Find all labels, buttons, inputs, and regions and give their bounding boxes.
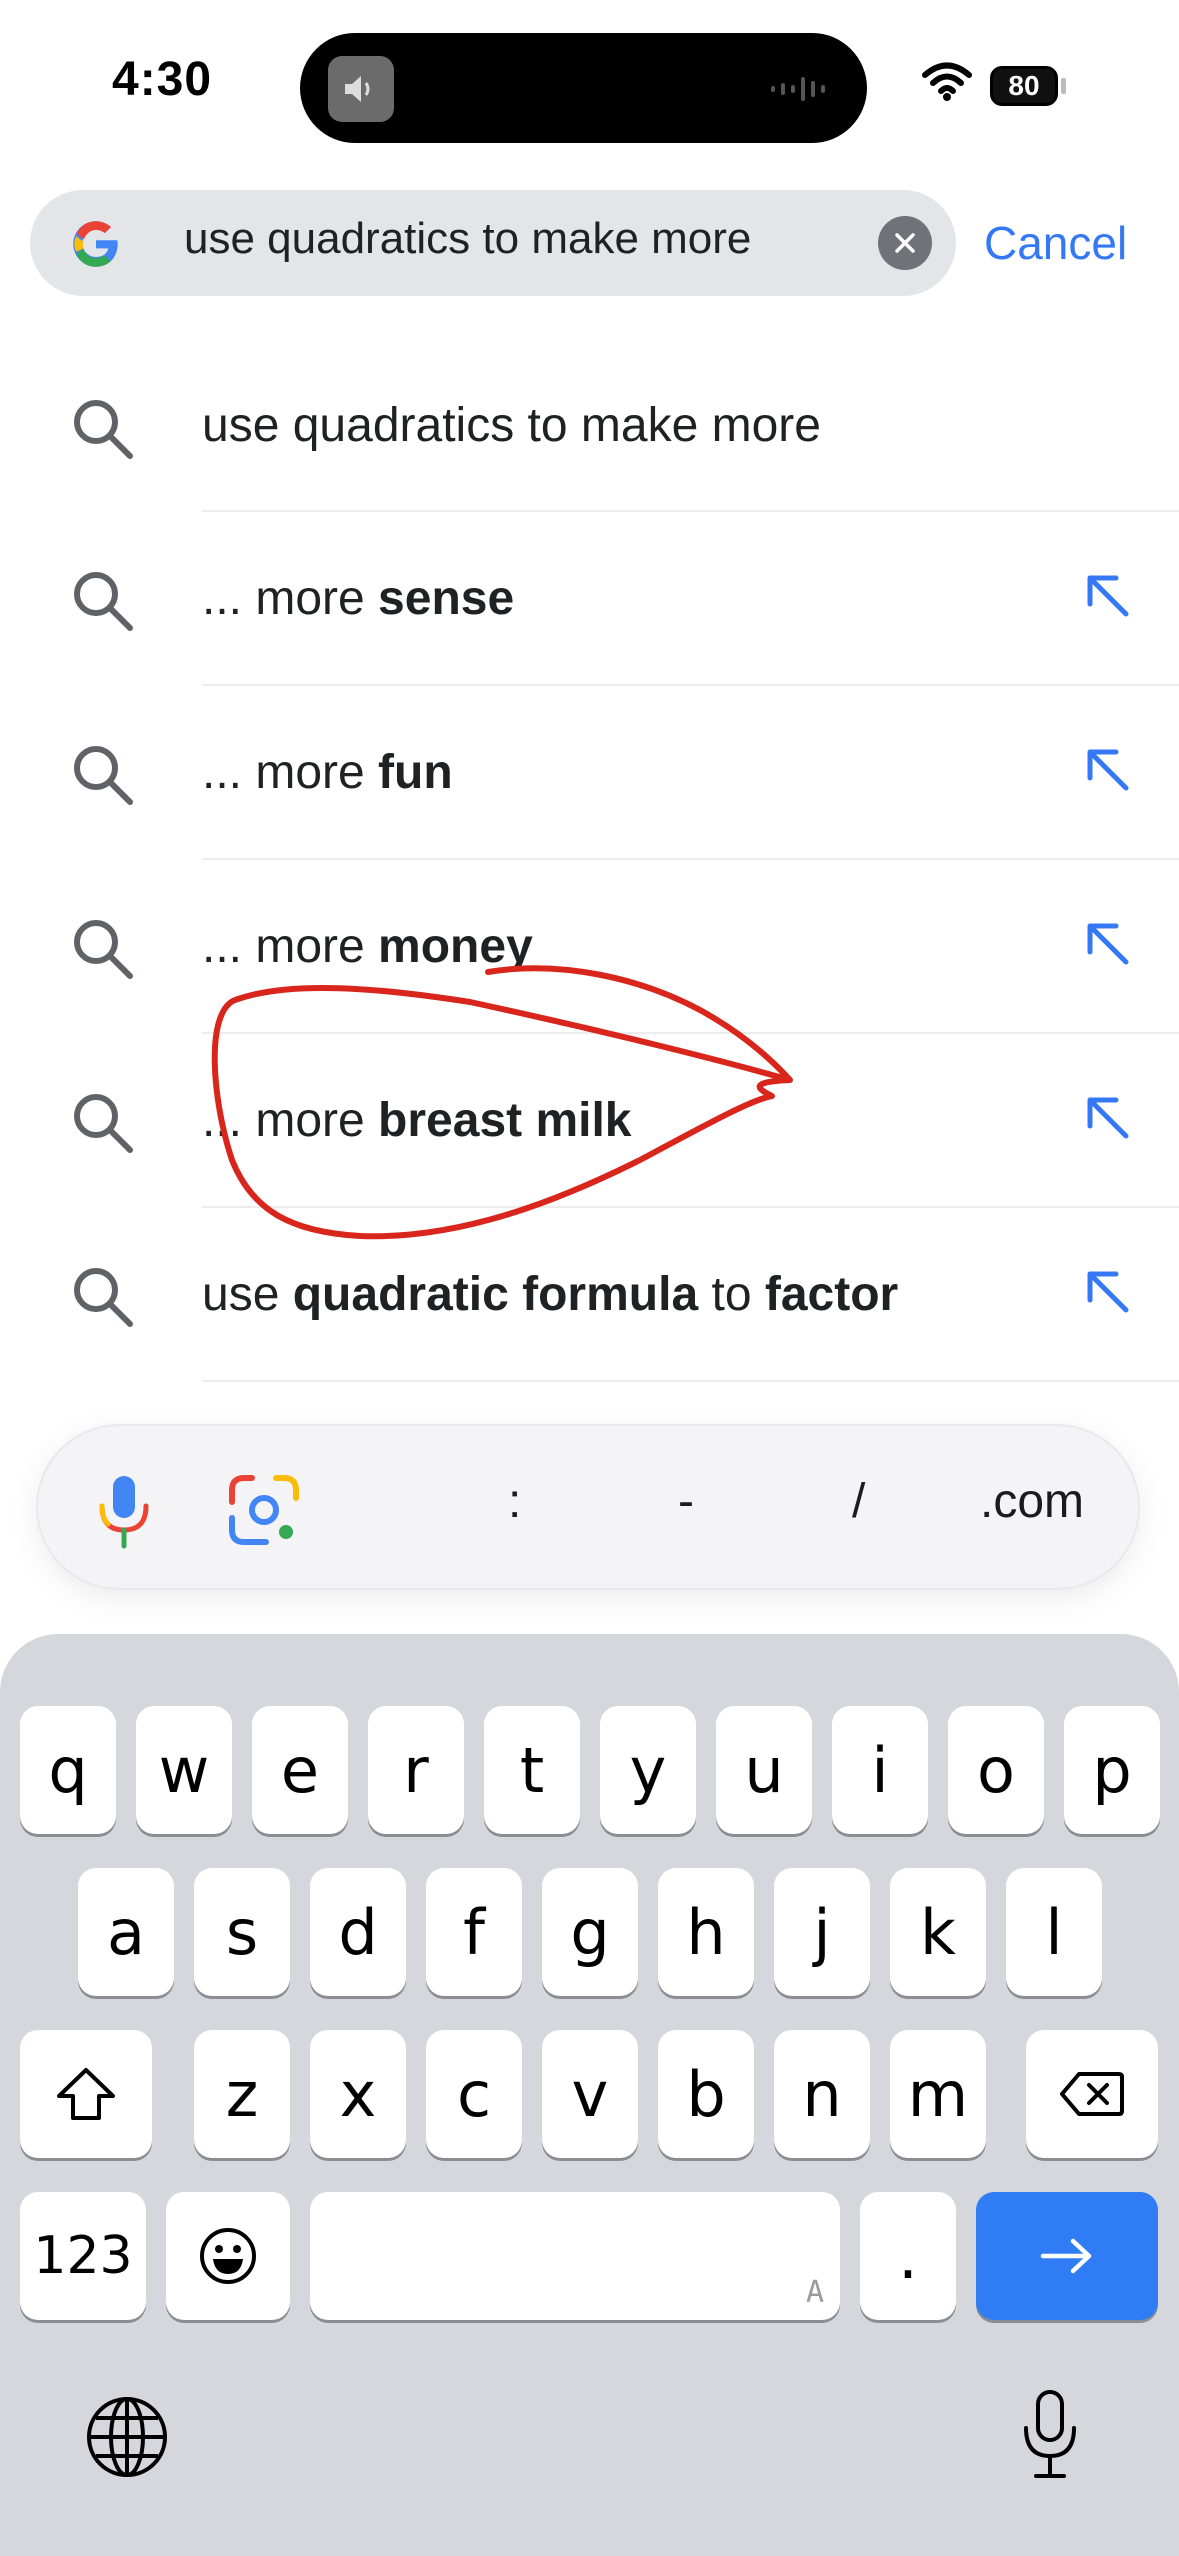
key-j[interactable]: j <box>774 1868 870 1996</box>
key-d[interactable]: d <box>310 1868 406 1996</box>
emoji-icon <box>200 2228 256 2284</box>
voice-search-icon[interactable] <box>94 1472 154 1552</box>
numbers-key[interactable]: 123 <box>20 2192 146 2320</box>
key-i[interactable]: i <box>832 1706 928 1834</box>
red-circle-annotation <box>211 965 793 1240</box>
key-g[interactable]: g <box>542 1868 638 1996</box>
key-v[interactable]: v <box>542 2030 638 2158</box>
key-o[interactable]: o <box>948 1706 1044 1834</box>
key-l[interactable]: l <box>1006 1868 1102 1996</box>
shift-icon <box>57 2068 115 2120</box>
key-y[interactable]: y <box>600 1706 696 1834</box>
key-t[interactable]: t <box>484 1706 580 1834</box>
dotcom-key[interactable]: .com <box>980 1474 1084 1529</box>
colon-key[interactable]: : <box>508 1474 521 1529</box>
key-k[interactable]: k <box>890 1868 986 1996</box>
arrow-right-icon <box>1040 2238 1092 2274</box>
keyboard-accessory-bar: : - / .com <box>36 1424 1140 1590</box>
key-x[interactable]: x <box>310 2030 406 2158</box>
slash-key[interactable]: / <box>852 1474 865 1529</box>
key-e[interactable]: e <box>252 1706 348 1834</box>
backspace-icon <box>1060 2072 1124 2116</box>
key-f[interactable]: f <box>426 1868 522 1996</box>
dictation-mic-icon[interactable] <box>1018 2388 1082 2480</box>
key-h[interactable]: h <box>658 1868 754 1996</box>
key-s[interactable]: s <box>194 1868 290 1996</box>
key-c[interactable]: c <box>426 2030 522 2158</box>
key-w[interactable]: w <box>136 1706 232 1834</box>
dash-key[interactable]: - <box>678 1474 694 1529</box>
key-z[interactable]: z <box>194 2030 290 2158</box>
key-b[interactable]: b <box>658 2030 754 2158</box>
google-lens-icon[interactable] <box>226 1472 302 1548</box>
space-hint: A <box>805 2275 824 2310</box>
key-a[interactable]: a <box>78 1868 174 1996</box>
key-p[interactable]: p <box>1064 1706 1160 1834</box>
delete-key[interactable] <box>1026 2030 1158 2158</box>
key-q[interactable]: q <box>20 1706 116 1834</box>
key-r[interactable]: r <box>368 1706 464 1834</box>
key-u[interactable]: u <box>716 1706 812 1834</box>
key-m[interactable]: m <box>890 2030 986 2158</box>
period-key[interactable]: . <box>860 2192 956 2320</box>
shift-key[interactable] <box>20 2030 152 2158</box>
emoji-key[interactable] <box>166 2192 290 2320</box>
key-n[interactable]: n <box>774 2030 870 2158</box>
space-key[interactable]: A <box>310 2192 840 2320</box>
globe-icon[interactable] <box>84 2394 170 2480</box>
go-key[interactable] <box>976 2192 1158 2320</box>
